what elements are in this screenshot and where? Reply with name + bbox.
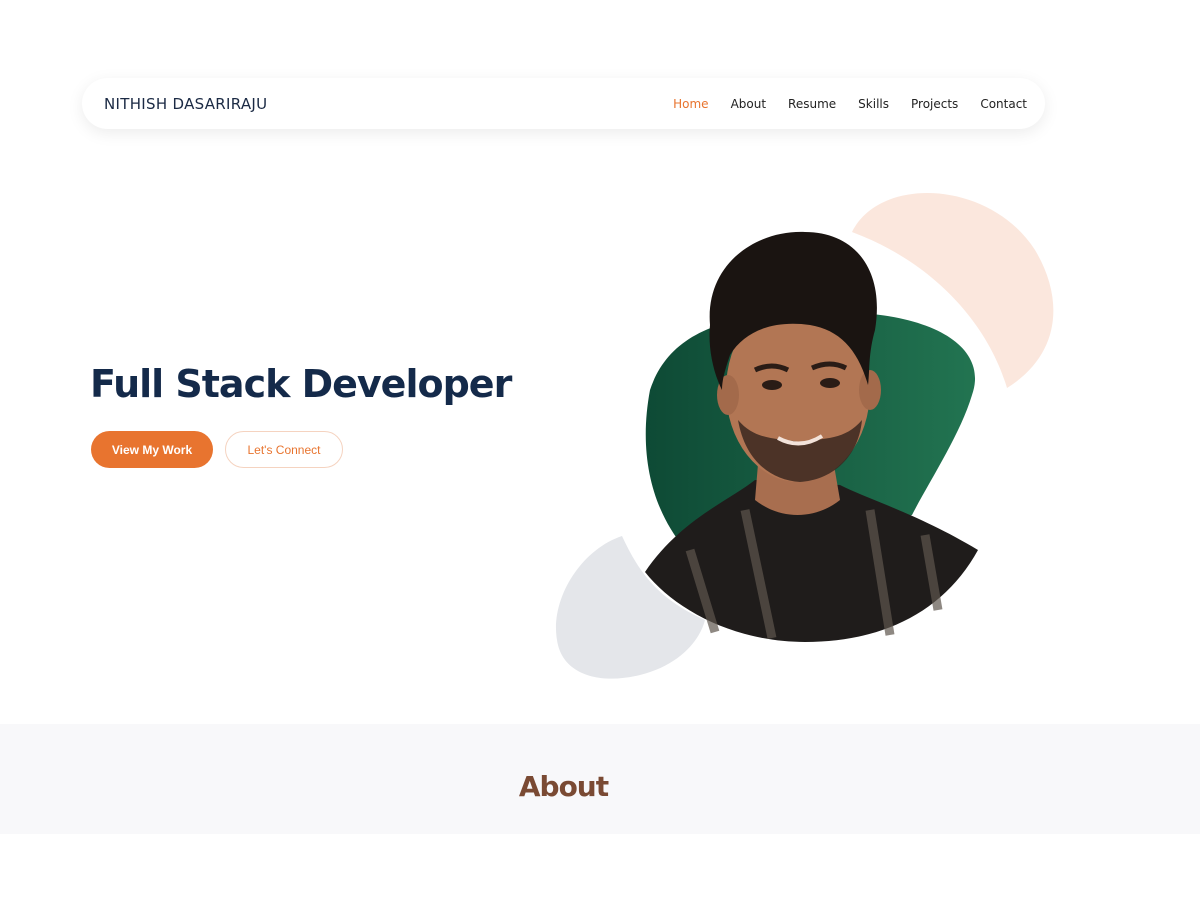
- view-my-work-button[interactable]: View My Work: [91, 431, 213, 468]
- brand-logo[interactable]: NITHISH DASARIRAJU: [104, 95, 673, 113]
- nav-link-home[interactable]: Home: [673, 97, 708, 111]
- about-section: About: [0, 724, 1200, 834]
- nav-link-resume[interactable]: Resume: [788, 97, 836, 111]
- nav-link-about[interactable]: About: [731, 97, 766, 111]
- lets-connect-button[interactable]: Let's Connect: [225, 431, 343, 468]
- about-title: About: [518, 770, 609, 803]
- hero-title: Full Stack Developer: [90, 362, 512, 406]
- hero-illustration: [555, 192, 1054, 679]
- page: NITHISH DASARIRAJU Home About Resume Ski…: [0, 0, 1200, 900]
- nav-links: Home About Resume Skills Projects Contac…: [673, 97, 1027, 111]
- nav-link-projects[interactable]: Projects: [911, 97, 958, 111]
- navbar: NITHISH DASARIRAJU Home About Resume Ski…: [82, 78, 1045, 129]
- nav-link-skills[interactable]: Skills: [858, 97, 889, 111]
- nav-link-contact[interactable]: Contact: [980, 97, 1027, 111]
